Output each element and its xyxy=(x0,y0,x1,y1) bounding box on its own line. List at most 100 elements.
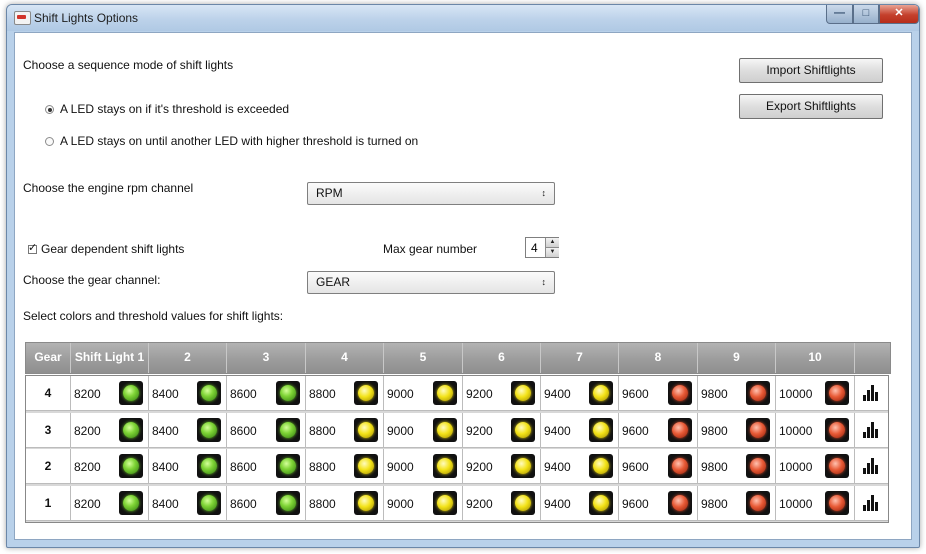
led-color-picker[interactable] xyxy=(119,417,143,442)
radio-button-selected[interactable] xyxy=(45,105,54,114)
threshold-value[interactable]: 8600 xyxy=(230,387,257,401)
led-color-picker[interactable] xyxy=(511,454,535,478)
led-color-picker[interactable] xyxy=(589,417,613,442)
led-color-picker[interactable] xyxy=(433,490,457,515)
threshold-value[interactable]: 8200 xyxy=(74,460,101,474)
radio-button-unselected[interactable] xyxy=(45,137,54,146)
led-color-picker[interactable] xyxy=(746,490,770,515)
led-color-picker[interactable] xyxy=(746,454,770,478)
threshold-value[interactable]: 9600 xyxy=(622,497,649,511)
threshold-value[interactable]: 9800 xyxy=(701,497,728,511)
led-color-picker[interactable] xyxy=(119,454,143,478)
threshold-value[interactable]: 8400 xyxy=(152,460,179,474)
threshold-value[interactable]: 9800 xyxy=(701,460,728,474)
led-color-picker[interactable] xyxy=(354,490,378,515)
threshold-value[interactable]: 9000 xyxy=(387,387,414,401)
threshold-value[interactable]: 9800 xyxy=(701,387,728,401)
row-chart-button[interactable] xyxy=(855,486,885,520)
led-color-picker[interactable] xyxy=(746,381,770,405)
led-color-picker[interactable] xyxy=(511,417,535,442)
led-color-picker[interactable] xyxy=(119,490,143,515)
threshold-value[interactable]: 9000 xyxy=(387,460,414,474)
led-color-picker[interactable] xyxy=(119,381,143,405)
export-shiftlights-button[interactable]: Export Shiftlights xyxy=(739,94,883,119)
led-color-picker[interactable] xyxy=(354,454,378,478)
threshold-value[interactable]: 8200 xyxy=(74,424,101,438)
threshold-value[interactable]: 8800 xyxy=(309,460,336,474)
threshold-value[interactable]: 9200 xyxy=(466,387,493,401)
led-color-picker[interactable] xyxy=(668,381,692,405)
led-color-picker[interactable] xyxy=(511,381,535,405)
led-color-picker[interactable] xyxy=(197,417,221,442)
led-color-picker[interactable] xyxy=(668,454,692,478)
threshold-value[interactable]: 8800 xyxy=(309,497,336,511)
threshold-value[interactable]: 10000 xyxy=(779,460,812,474)
led-color-picker[interactable] xyxy=(433,381,457,405)
threshold-value[interactable]: 9600 xyxy=(622,460,649,474)
close-button[interactable]: ✕ xyxy=(879,5,919,24)
led-color-picker[interactable] xyxy=(433,417,457,442)
led-color-picker[interactable] xyxy=(589,454,613,478)
max-gear-stepper[interactable]: 4 ▲ ▼ xyxy=(525,237,559,258)
led-color-picker[interactable] xyxy=(276,417,300,442)
threshold-value[interactable]: 9400 xyxy=(544,497,571,511)
threshold-value[interactable]: 8400 xyxy=(152,497,179,511)
led-color-picker[interactable] xyxy=(197,381,221,405)
threshold-value[interactable]: 9400 xyxy=(544,387,571,401)
rpm-channel-select[interactable]: RPM ↕ xyxy=(307,182,555,205)
threshold-value[interactable]: 8600 xyxy=(230,460,257,474)
threshold-value[interactable]: 8600 xyxy=(230,497,257,511)
threshold-value[interactable]: 9400 xyxy=(544,424,571,438)
threshold-value[interactable]: 9200 xyxy=(466,460,493,474)
led-color-picker[interactable] xyxy=(825,417,849,442)
title-bar[interactable]: Shift Lights Options — □ ✕ xyxy=(7,5,919,31)
threshold-value[interactable]: 8800 xyxy=(309,387,336,401)
led-color-picker[interactable] xyxy=(276,490,300,515)
threshold-value[interactable]: 9600 xyxy=(622,424,649,438)
led-color-picker[interactable] xyxy=(197,454,221,478)
threshold-value[interactable]: 9800 xyxy=(701,424,728,438)
gear-channel-select[interactable]: GEAR ↕ xyxy=(307,271,555,294)
gear-dependent-checkbox[interactable] xyxy=(28,241,37,254)
threshold-value[interactable]: 10000 xyxy=(779,497,812,511)
threshold-value[interactable]: 8400 xyxy=(152,424,179,438)
threshold-value[interactable]: 9200 xyxy=(466,497,493,511)
threshold-value[interactable]: 10000 xyxy=(779,424,812,438)
row-chart-button[interactable] xyxy=(855,449,885,483)
import-shiftlights-button[interactable]: Import Shiftlights xyxy=(739,58,883,83)
row-chart-button[interactable] xyxy=(855,413,885,447)
led-color-picker[interactable] xyxy=(433,454,457,478)
minimize-button[interactable]: — xyxy=(826,5,853,24)
threshold-value[interactable]: 9000 xyxy=(387,497,414,511)
led-color-picker[interactable] xyxy=(276,454,300,478)
threshold-value[interactable]: 8200 xyxy=(74,387,101,401)
led-color-picker[interactable] xyxy=(276,381,300,405)
threshold-value[interactable]: 8400 xyxy=(152,387,179,401)
led-color-picker[interactable] xyxy=(668,490,692,515)
radio-option-until-higher[interactable]: A LED stays on until another LED with hi… xyxy=(45,134,418,148)
led-color-picker[interactable] xyxy=(589,490,613,515)
threshold-value[interactable]: 10000 xyxy=(779,387,812,401)
led-color-picker[interactable] xyxy=(354,417,378,442)
stepper-down-icon[interactable]: ▼ xyxy=(545,248,559,257)
led-color-picker[interactable] xyxy=(589,381,613,405)
led-color-picker[interactable] xyxy=(354,381,378,405)
led-color-picker[interactable] xyxy=(825,454,849,478)
threshold-value[interactable]: 9200 xyxy=(466,424,493,438)
led-color-picker[interactable] xyxy=(825,490,849,515)
radio-option-threshold-exceeded[interactable]: A LED stays on if it's threshold is exce… xyxy=(45,102,289,116)
threshold-value[interactable]: 9600 xyxy=(622,387,649,401)
row-chart-button[interactable] xyxy=(855,376,885,410)
led-color-picker[interactable] xyxy=(511,490,535,515)
threshold-value[interactable]: 8200 xyxy=(74,497,101,511)
threshold-value[interactable]: 9000 xyxy=(387,424,414,438)
led-color-picker[interactable] xyxy=(197,490,221,515)
stepper-up-icon[interactable]: ▲ xyxy=(545,238,559,248)
led-color-picker[interactable] xyxy=(746,417,770,442)
threshold-value[interactable]: 9400 xyxy=(544,460,571,474)
led-color-picker[interactable] xyxy=(825,381,849,405)
led-color-picker[interactable] xyxy=(668,417,692,442)
threshold-value[interactable]: 8600 xyxy=(230,424,257,438)
maximize-button[interactable]: □ xyxy=(853,5,879,24)
threshold-value[interactable]: 8800 xyxy=(309,424,336,438)
